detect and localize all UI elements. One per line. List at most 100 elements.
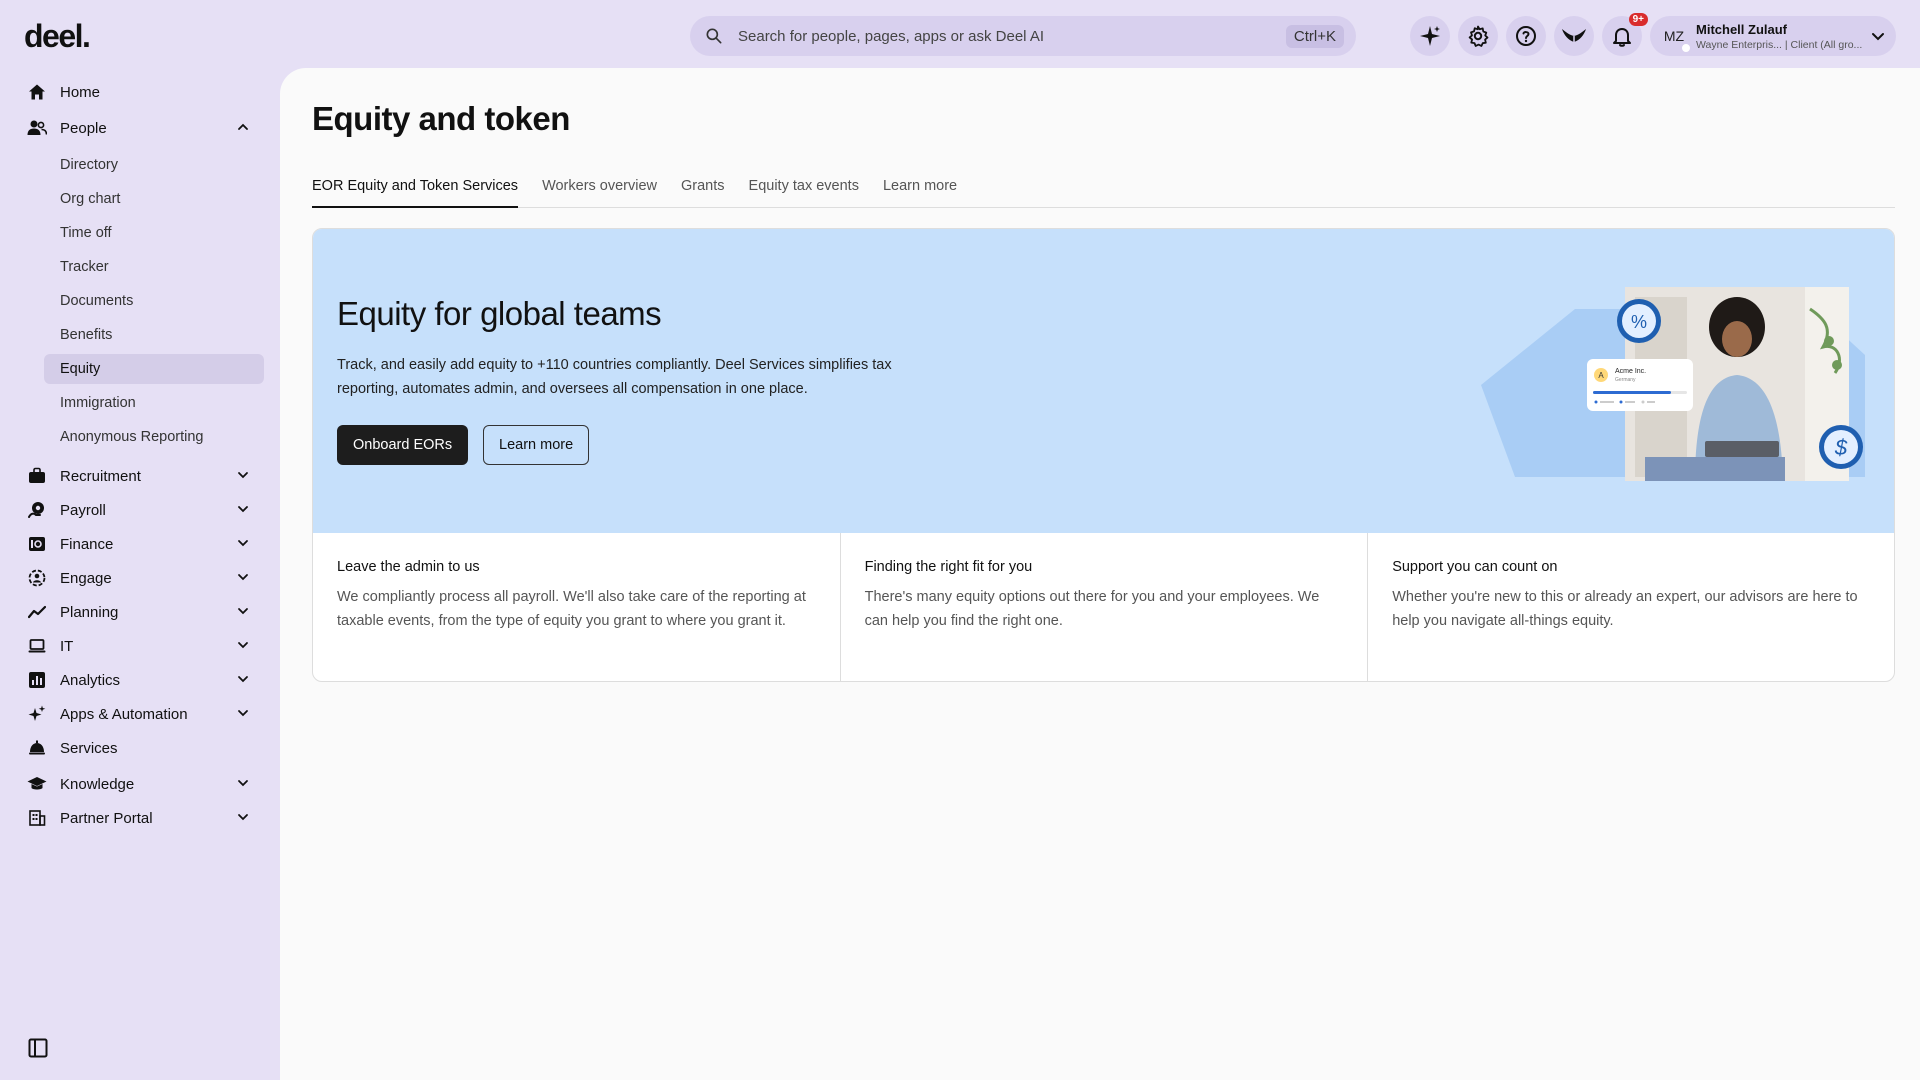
main-content: Equity and token EOR Equity and Token Se… <box>280 68 1920 1080</box>
tab-bar: EOR Equity and Token Services Workers ov… <box>312 172 1895 208</box>
sidebar-item-home[interactable]: Home <box>26 75 266 109</box>
feature-title: Finding the right fit for you <box>864 559 1033 575</box>
feature-body: We compliantly process all payroll. We'l… <box>337 589 806 629</box>
feature-item: Leave the admin to us We compliantly pro… <box>313 533 841 681</box>
feature-item: Support you can count on Whether you're … <box>1368 533 1894 681</box>
sidebar-item-knowledge[interactable]: Knowledge <box>26 767 266 801</box>
planning-icon <box>28 605 46 619</box>
sidebar-item-label: Home <box>60 83 101 101</box>
sidebar-item-label: Analytics <box>60 671 121 689</box>
svg-text:$: $ <box>1834 435 1848 460</box>
payroll-icon <box>28 502 44 518</box>
sidebar-subitem-equity[interactable]: Equity <box>44 354 264 384</box>
user-menu[interactable]: MZ Mitchell Zulauf Wayne Enterpris... | … <box>1650 16 1896 56</box>
sidebar: Home People Directory Org chart Time off… <box>0 70 280 1080</box>
services-icon <box>29 740 45 755</box>
feature-item: Finding the right fit for you There's ma… <box>841 533 1369 681</box>
sidebar-item-label: Payroll <box>60 501 106 519</box>
chevron-down-icon <box>238 574 248 581</box>
learn-more-button[interactable]: Learn more <box>483 425 590 465</box>
sidebar-subitem-immigration[interactable]: Immigration <box>44 388 264 418</box>
chevron-down-icon <box>238 506 248 513</box>
sidebar-item-label: Recruitment <box>60 467 141 485</box>
deel-logo[interactable]: deel. <box>24 18 91 55</box>
sidebar-subitem-org-chart[interactable]: Org chart <box>44 184 264 214</box>
home-icon <box>29 84 45 100</box>
tab-workers-overview[interactable]: Workers overview <box>542 172 657 208</box>
sidebar-subitem-benefits[interactable]: Benefits <box>44 320 264 350</box>
sparkle-icon <box>1420 26 1440 46</box>
sidebar-subitem-anonymous-reporting[interactable]: Anonymous Reporting <box>44 422 264 452</box>
deel-community-button[interactable] <box>1554 16 1594 56</box>
laptop-icon <box>28 639 46 653</box>
sidebar-item-apps-automation[interactable]: Apps & Automation <box>26 697 266 731</box>
avatar-initials: MZ <box>1663 28 1685 44</box>
feature-body: Whether you're new to this or already an… <box>1392 589 1858 629</box>
sidebar-item-label: Partner Portal <box>60 809 153 827</box>
sidebar-collapse-icon[interactable] <box>28 1038 48 1058</box>
settings-button[interactable] <box>1458 16 1498 56</box>
page-title: Equity and token <box>312 100 570 137</box>
sidebar-item-label: Planning <box>60 603 119 621</box>
tab-grants[interactable]: Grants <box>681 172 725 208</box>
sidebar-item-label: Services <box>60 739 118 757</box>
sidebar-item-recruitment[interactable]: Recruitment <box>26 459 266 493</box>
chevron-down-icon <box>238 642 248 649</box>
hero-banner: Equity for global teams Track, and easil… <box>313 229 1894 533</box>
user-info: Mitchell Zulauf Wayne Enterpris... | Cli… <box>1696 22 1870 51</box>
chevron-up-icon <box>238 123 248 130</box>
people-icon <box>27 120 47 135</box>
sidebar-subitem-directory[interactable]: Directory <box>44 150 264 180</box>
sidebar-item-finance[interactable]: Finance <box>26 527 266 561</box>
sidebar-item-planning[interactable]: Planning <box>26 595 266 629</box>
building-icon <box>29 810 46 826</box>
tab-eor-equity-token-services[interactable]: EOR Equity and Token Services <box>312 172 519 208</box>
help-icon <box>1516 26 1536 46</box>
tab-equity-tax-events[interactable]: Equity tax events <box>749 172 859 208</box>
feature-title: Leave the admin to us <box>337 559 480 575</box>
chevron-down-icon <box>238 608 248 615</box>
hero-illustration: % $ A Acme Inc. Germany <box>1481 287 1865 481</box>
feature-body: There's many equity options out there fo… <box>864 589 1320 629</box>
engage-icon <box>28 569 46 587</box>
sidebar-item-label: Finance <box>60 535 114 553</box>
graduation-cap-icon <box>27 777 47 790</box>
sidebar-subitem-documents[interactable]: Documents <box>44 286 264 316</box>
status-dot <box>1680 42 1692 54</box>
help-button[interactable] <box>1506 16 1546 56</box>
sidebar-item-partner-portal[interactable]: Partner Portal <box>26 801 266 835</box>
deel-bird-icon <box>1562 29 1586 43</box>
sidebar-item-label: Knowledge <box>60 775 135 793</box>
sidebar-item-label: People <box>60 119 107 137</box>
chevron-down-icon <box>238 780 248 787</box>
ai-assistant-button[interactable] <box>1410 16 1450 56</box>
mini-card-title: Acme Inc. <box>1615 368 1646 375</box>
tab-learn-more[interactable]: Learn more <box>883 172 957 208</box>
chevron-down-icon <box>238 472 248 479</box>
user-name: Mitchell Zulauf <box>1696 21 1787 37</box>
notifications-button[interactable]: 9+ <box>1602 13 1648 56</box>
sidebar-item-people[interactable]: People <box>26 111 266 145</box>
global-search[interactable]: Ctrl+K <box>690 16 1356 56</box>
sidebar-subitem-tracker[interactable]: Tracker <box>44 252 264 282</box>
sidebar-item-services[interactable]: Services <box>26 731 266 765</box>
automation-icon <box>28 705 46 721</box>
sidebar-item-it[interactable]: IT <box>26 629 266 663</box>
top-bar: deel. Ctrl+K <box>0 0 1920 70</box>
svg-text:%: % <box>1631 312 1647 332</box>
notification-badge: 9+ <box>1628 13 1648 26</box>
user-subtitle: Wayne Enterpris... | Client (All gro... <box>1696 38 1863 51</box>
sidebar-item-analytics[interactable]: Analytics <box>26 663 266 697</box>
sidebar-item-label: Apps & Automation <box>60 705 188 723</box>
sidebar-item-engage[interactable]: Engage <box>26 561 266 595</box>
feature-list: Leave the admin to us We compliantly pro… <box>313 533 1894 681</box>
search-input[interactable] <box>738 27 1286 45</box>
search-icon <box>706 28 722 44</box>
equity-info-card: Equity for global teams Track, and easil… <box>312 228 1895 682</box>
mini-card-letter: A <box>1598 371 1604 380</box>
sidebar-item-payroll[interactable]: Payroll <box>26 493 266 527</box>
sidebar-subitem-time-off[interactable]: Time off <box>44 218 264 248</box>
sidebar-item-label: IT <box>60 637 74 655</box>
chevron-down-icon <box>238 676 248 683</box>
onboard-eors-button[interactable]: Onboard EORs <box>337 425 469 465</box>
